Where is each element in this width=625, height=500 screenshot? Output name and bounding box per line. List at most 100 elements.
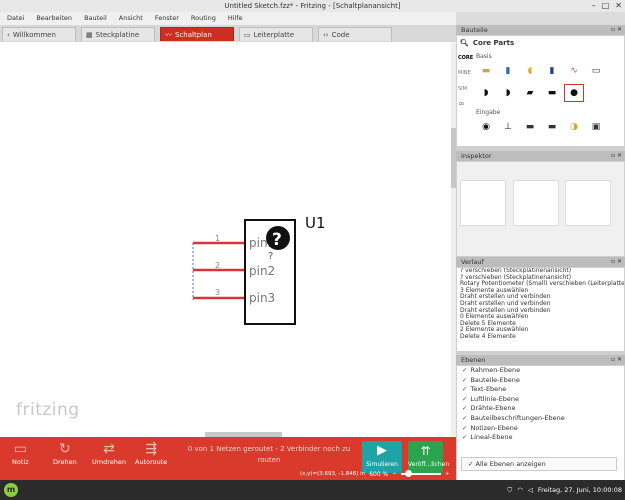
tab-label: Steckplatine bbox=[95, 30, 140, 39]
rotary-pot-part-icon[interactable]: ◑ bbox=[564, 118, 584, 136]
system-tray: ⛉ ◠ ◁ Freitag, 27. Juni, 10:00:08 bbox=[507, 480, 622, 500]
mosfet-part-icon[interactable]: ▰ bbox=[520, 84, 540, 102]
volume-icon[interactable]: ◁ bbox=[528, 486, 533, 494]
close-button[interactable]: ✕ bbox=[615, 0, 622, 12]
potentiometer-part-icon[interactable]: ⊥ bbox=[498, 118, 518, 136]
cursor-coords: (x,y)=(3.693, -1.846) in bbox=[300, 471, 366, 477]
bin-contrib[interactable]: ∞ bbox=[458, 99, 473, 108]
tab-label: Willkommen bbox=[12, 30, 56, 39]
simulate-label: Simulieren bbox=[366, 461, 398, 468]
parts-row-3: ◉ ⊥ ▬ ▬ ◑ ▣ bbox=[476, 118, 606, 136]
zoom-in-icon[interactable]: + bbox=[445, 471, 450, 477]
wifi-icon[interactable]: ◠ bbox=[517, 486, 523, 494]
zoom-slider-knob[interactable] bbox=[404, 470, 412, 477]
tab-pcb[interactable]: ▭ Leiterplatte bbox=[239, 27, 313, 41]
electrolytic-capacitor-part-icon[interactable]: ▮ bbox=[542, 62, 562, 80]
check-icon[interactable]: ✓ bbox=[462, 433, 467, 441]
show-all-label: Alle Ebenen anzeigen bbox=[475, 460, 546, 468]
buzzer-part-icon[interactable]: ◉ bbox=[476, 118, 496, 136]
transistor-pnp-part-icon[interactable]: ◗ bbox=[476, 84, 496, 102]
layer-item[interactable]: ✓ Notizen-Ebene bbox=[457, 424, 624, 434]
flip-label: Umdrehen bbox=[92, 458, 126, 466]
switch-part-icon[interactable]: ▣ bbox=[586, 118, 606, 136]
show-all-layers-checkbox[interactable]: ✓ Alle Ebenen anzeigen bbox=[461, 457, 617, 471]
zoom-out-icon[interactable]: − bbox=[392, 471, 397, 477]
parts-panel-title: Bauteile ▫ ✕ bbox=[456, 25, 625, 35]
tab-code[interactable]: ‹› Code bbox=[318, 27, 392, 41]
check-icon[interactable]: ✓ bbox=[462, 424, 467, 432]
welcome-icon: ‹ bbox=[7, 30, 10, 39]
inspector-title-text: Inspektor bbox=[461, 152, 492, 160]
panel-buttons-icon[interactable]: ▫ ✕ bbox=[611, 257, 622, 267]
menu-bauteil[interactable]: Bauteil bbox=[84, 12, 107, 25]
pin1-number: 1 bbox=[215, 234, 220, 243]
start-menu-icon[interactable]: m bbox=[4, 483, 18, 497]
search-icon[interactable]: 🔍︎ bbox=[460, 39, 469, 47]
ic-part-icon[interactable]: ▬ bbox=[542, 84, 562, 102]
menu-ansicht[interactable]: Ansicht bbox=[119, 12, 143, 25]
check-icon[interactable]: ✓ bbox=[468, 460, 473, 468]
note-button[interactable]: ▭ Notiz bbox=[12, 440, 29, 466]
ceramic-capacitor-part-icon[interactable]: ◖ bbox=[520, 62, 540, 80]
tab-welcome[interactable]: ‹ Willkommen bbox=[2, 27, 76, 41]
panel-buttons-icon[interactable]: ▫ ✕ bbox=[611, 355, 622, 365]
view-tabs: ‹ Willkommen ▦ Steckplatine 〰 Schaltplan… bbox=[0, 25, 456, 42]
clock[interactable]: Freitag, 27. Juni, 10:00:08 bbox=[538, 486, 622, 494]
check-icon[interactable]: ✓ bbox=[462, 376, 467, 384]
tab-label: Leiterplatte bbox=[253, 30, 295, 39]
parts-row-2: ◗ ◗ ▰ ▬ ● bbox=[476, 84, 584, 102]
layer-item[interactable]: ✓ Bauteile-Ebene bbox=[457, 376, 624, 386]
capacitor-part-icon[interactable]: ▮ bbox=[498, 62, 518, 80]
tab-breadboard[interactable]: ▦ Steckplatine bbox=[81, 27, 155, 41]
layer-item[interactable]: ✓ Bauteilbeschriftungen-Ebene bbox=[457, 414, 624, 424]
menu-bearbeiten[interactable]: Bearbeiten bbox=[36, 12, 72, 25]
menu-hilfe[interactable]: Hilfe bbox=[228, 12, 243, 25]
code-icon: ‹› bbox=[323, 30, 329, 39]
note-icon: ▭ bbox=[13, 441, 27, 457]
slider-part-icon[interactable]: ▬ bbox=[542, 118, 562, 136]
autoroute-button[interactable]: ⇶ Autoroute bbox=[135, 440, 167, 466]
layers-title-text: Ebenen bbox=[461, 356, 486, 364]
panel-buttons-icon[interactable]: ▫ ✕ bbox=[611, 25, 622, 35]
slide-pot-part-icon[interactable]: ▬ bbox=[520, 118, 540, 136]
check-icon[interactable]: ✓ bbox=[462, 395, 467, 403]
play-icon: ▶ bbox=[377, 443, 387, 458]
pin2-name: pin2 bbox=[249, 264, 275, 278]
inductor-part-icon[interactable]: ∿ bbox=[564, 62, 584, 80]
history-panel: ? verschieben (Steckplatinenansicht) ? v… bbox=[457, 268, 624, 351]
history-item[interactable]: Delete 4 Elemente bbox=[457, 333, 624, 341]
section-basis: Basis bbox=[476, 53, 492, 60]
bin-core[interactable]: CORE bbox=[458, 55, 473, 61]
rotate-button[interactable]: ↻ Drehen bbox=[53, 440, 77, 466]
layer-item[interactable]: ✓ Rahmen-Ebene bbox=[457, 366, 624, 376]
mystery-part-bin-icon[interactable]: ● bbox=[564, 84, 584, 102]
parts-title-text: Bauteile bbox=[461, 26, 488, 34]
schematic-canvas[interactable]: 1 2 3 pin1 pin2 pin3 ? ? U1 bbox=[0, 42, 451, 437]
tab-schematic[interactable]: 〰 Schaltplan bbox=[160, 27, 234, 41]
zoom-slider[interactable] bbox=[400, 470, 441, 477]
diode-part-icon[interactable]: ▭ bbox=[586, 62, 606, 80]
transistor-npn-part-icon[interactable]: ◗ bbox=[498, 84, 518, 102]
bin-mine[interactable]: MINE bbox=[458, 70, 473, 76]
shield-icon[interactable]: ⛉ bbox=[507, 486, 512, 495]
layer-item[interactable]: ✓ Luftlinie-Ebene bbox=[457, 395, 624, 405]
flip-button[interactable]: ⇄ Umdrehen bbox=[92, 440, 126, 466]
menu-datei[interactable]: Datei bbox=[7, 12, 24, 25]
check-icon[interactable]: ✓ bbox=[462, 404, 467, 412]
status-line: (x,y)=(3.693, -1.846) in 600 % − + bbox=[300, 468, 456, 480]
minimize-button[interactable]: – bbox=[592, 0, 596, 12]
layer-item[interactable]: ✓ Text-Ebene bbox=[457, 385, 624, 395]
bin-sim[interactable]: SIM bbox=[458, 86, 473, 92]
inspector-breadboard-preview bbox=[460, 180, 506, 226]
maximize-button[interactable]: □ bbox=[602, 0, 610, 12]
resistor-part-icon[interactable]: ▬ bbox=[476, 62, 496, 80]
panel-buttons-icon[interactable]: ▫ ✕ bbox=[611, 151, 622, 161]
schematic-icon: 〰 bbox=[165, 30, 172, 39]
check-icon[interactable]: ✓ bbox=[462, 366, 467, 374]
menu-fenster[interactable]: Fenster bbox=[155, 12, 179, 25]
menu-routing[interactable]: Routing bbox=[191, 12, 216, 25]
check-icon[interactable]: ✓ bbox=[462, 414, 467, 422]
layer-item[interactable]: ✓ Drähte-Ebene bbox=[457, 404, 624, 414]
layer-item[interactable]: ✓ Lineal-Ebene bbox=[457, 433, 624, 443]
check-icon[interactable]: ✓ bbox=[462, 385, 467, 393]
